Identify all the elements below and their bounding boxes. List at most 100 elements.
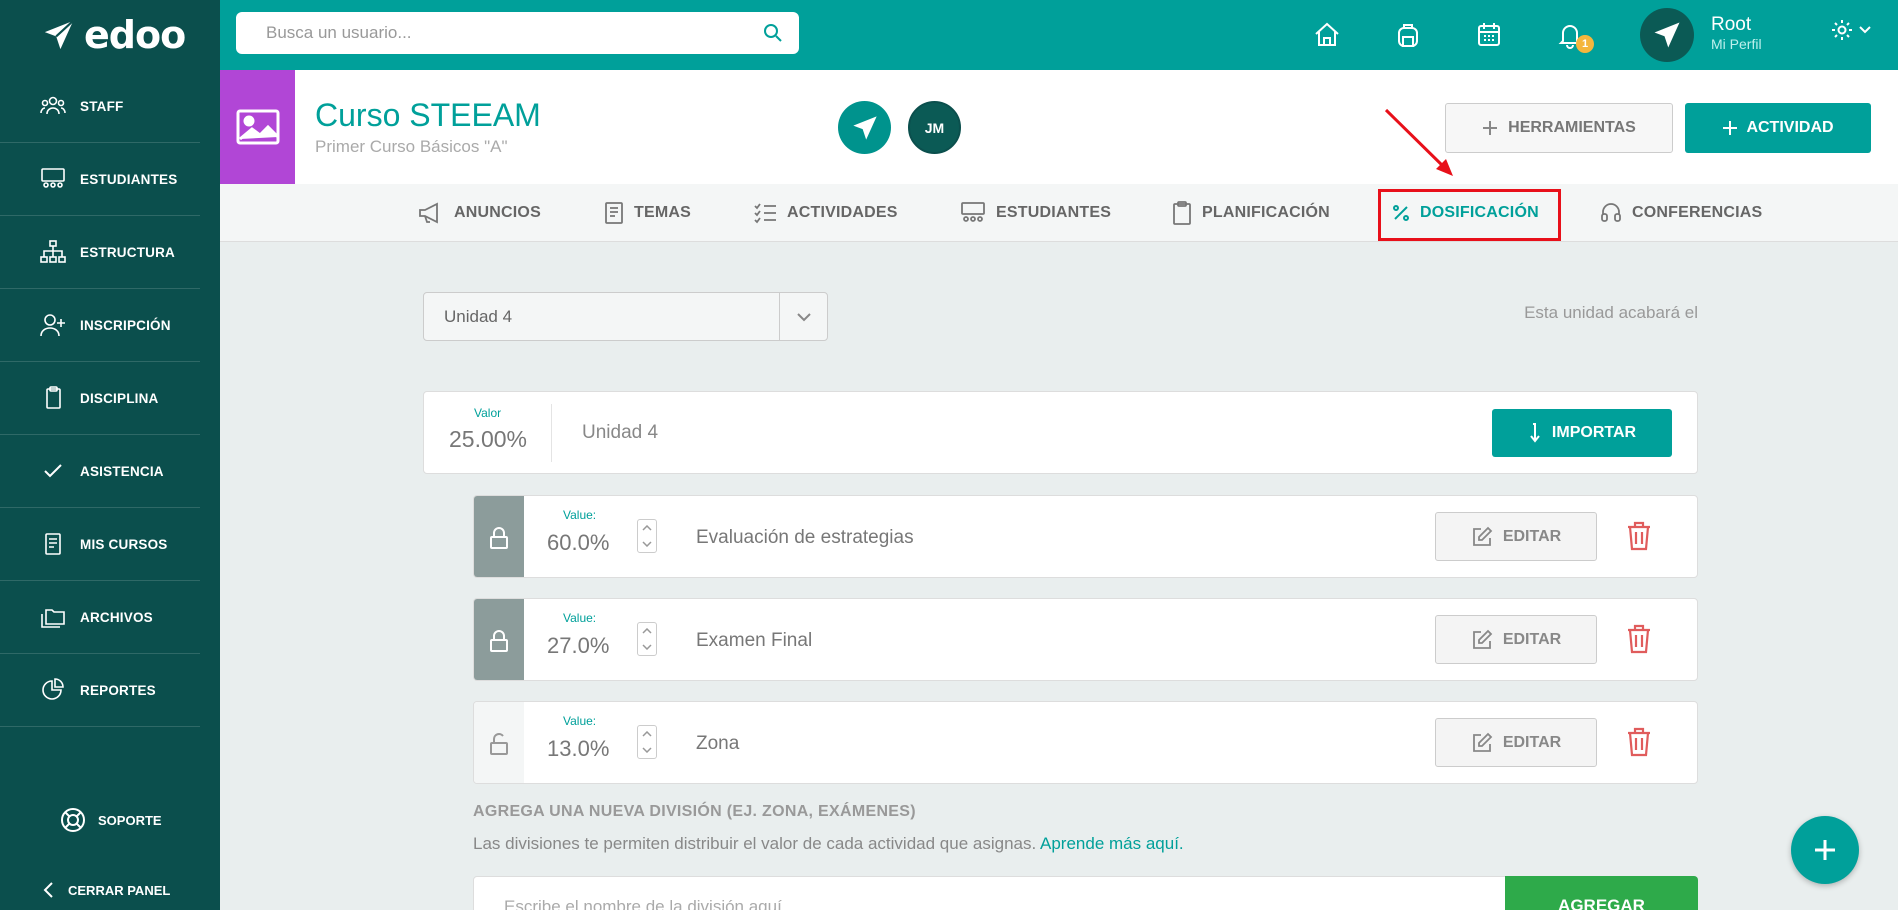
backpack-button[interactable] <box>1390 17 1426 53</box>
division-value[interactable]: 27.0% <box>547 633 609 659</box>
profile-name[interactable]: Root <box>1711 14 1751 36</box>
lock-toggle[interactable] <box>474 496 524 577</box>
gear-icon <box>1832 20 1852 40</box>
tab-actividades[interactable]: ACTIVIDADES <box>753 184 898 242</box>
division-value[interactable]: 60.0% <box>547 530 609 556</box>
tab-estudiantes[interactable]: ESTUDIANTES <box>960 184 1111 242</box>
backpack-icon <box>1398 24 1418 47</box>
edit-label: EDITAR <box>1502 527 1562 545</box>
edit-button[interactable]: EDITAR <box>1435 718 1597 767</box>
lock-toggle[interactable] <box>474 599 524 680</box>
image-icon <box>236 109 279 145</box>
paper-plane-icon <box>852 115 877 140</box>
chevron-left-icon <box>43 882 53 898</box>
sidebar-item-label: ARCHIVOS <box>80 609 153 625</box>
topbar: 1 Root Mi Perfil <box>220 0 1898 70</box>
tab-anuncios[interactable]: ANUNCIOS <box>418 184 541 242</box>
unit-end-text: Esta unidad acabará el <box>1524 303 1698 322</box>
paper-plane-icon <box>1654 22 1680 48</box>
headset-icon <box>1601 203 1621 222</box>
tab-label: ACTIVIDADES <box>787 204 898 221</box>
unit-select[interactable]: Unidad 4 <box>423 292 828 341</box>
search-icon[interactable] <box>763 23 783 43</box>
sidebar-item-asistencia[interactable]: ASISTENCIA <box>0 435 200 508</box>
unit-select-value: Unidad 4 <box>444 306 513 326</box>
lifebuoy-icon <box>61 808 85 832</box>
search-box <box>236 12 799 54</box>
add-activity-button[interactable]: ACTIVIDAD <box>1685 103 1871 153</box>
sidebar-item-staff[interactable]: STAFF <box>0 70 200 143</box>
sidebar-item-label: ASISTENCIA <box>80 463 164 479</box>
plus-icon <box>1483 121 1498 135</box>
learn-more-link[interactable]: Aprende más aquí. <box>1040 834 1184 853</box>
sidebar-item-inscripcion[interactable]: INSCRIPCIÓN <box>0 289 200 362</box>
sidebar-item-label: STAFF <box>80 98 124 114</box>
select-toggle[interactable] <box>779 293 827 340</box>
floating-add-button[interactable] <box>1791 816 1859 884</box>
notifications-button[interactable]: 1 <box>1552 17 1594 53</box>
course-image[interactable] <box>220 70 295 184</box>
division-value[interactable]: 13.0% <box>547 736 609 762</box>
delete-button[interactable] <box>1624 621 1654 657</box>
caret-down-icon <box>1859 26 1871 34</box>
profile-avatar[interactable] <box>1640 8 1694 62</box>
support-link[interactable]: SOPORTE <box>0 800 220 840</box>
division-name: Evaluación de estrategias <box>696 527 914 548</box>
division-name-input[interactable] <box>504 897 1475 910</box>
staff-icon <box>40 96 66 115</box>
sidebar-item-label: INSCRIPCIÓN <box>80 317 171 333</box>
add-division-button[interactable]: AGREGAR <box>1505 876 1698 910</box>
chevron-up-icon <box>642 525 652 531</box>
division-name: Examen Final <box>696 630 813 651</box>
home-button[interactable] <box>1309 17 1345 53</box>
division-row: Value: 27.0% Examen Final EDITAR <box>473 598 1698 681</box>
value-stepper[interactable] <box>637 622 657 656</box>
new-division-field <box>473 876 1506 910</box>
edit-icon <box>1472 732 1493 752</box>
valor-value: 25.00% <box>449 426 528 452</box>
import-button[interactable]: IMPORTAR <box>1492 409 1672 457</box>
highlight-box <box>1378 189 1561 241</box>
tab-planificacion[interactable]: PLANIFICACIÓN <box>1172 184 1330 242</box>
member-avatar[interactable] <box>838 101 891 154</box>
edit-button[interactable]: EDITAR <box>1435 615 1597 664</box>
close-panel-label: CERRAR PANEL <box>68 882 171 898</box>
search-input[interactable] <box>266 23 763 43</box>
logo-text: edoo <box>84 13 186 57</box>
sidebar-item-estructura[interactable]: ESTRUCTURA <box>0 216 200 289</box>
sidebar-item-reportes[interactable]: REPORTES <box>0 654 200 727</box>
trash-icon <box>1628 521 1650 551</box>
chevron-down-icon <box>642 541 652 547</box>
tools-button[interactable]: HERRAMIENTAS <box>1445 103 1673 153</box>
clipboard-icon <box>1173 201 1191 225</box>
tab-temas[interactable]: TEMAS <box>604 184 691 242</box>
close-panel-button[interactable]: CERRAR PANEL <box>0 872 220 908</box>
sidebar-item-mis-cursos[interactable]: MIS CURSOS <box>0 508 200 581</box>
member-avatar-jm[interactable]: JM <box>908 101 961 154</box>
sidebar-item-estudiantes[interactable]: ESTUDIANTES <box>0 143 200 216</box>
edit-button[interactable]: EDITAR <box>1435 512 1597 561</box>
chevron-up-icon <box>642 628 652 634</box>
annotation-arrow <box>1384 108 1453 176</box>
new-division-help: Las divisiones te permiten distribuir el… <box>473 834 1184 854</box>
logo[interactable]: edoo <box>0 0 220 70</box>
tab-conferencias[interactable]: CONFERENCIAS <box>1600 184 1762 242</box>
division-value-label: Value: <box>563 714 597 728</box>
sidebar-item-disciplina[interactable]: DISCIPLINA <box>0 362 200 435</box>
profile-link[interactable]: Mi Perfil <box>1711 36 1762 52</box>
delete-button[interactable] <box>1624 518 1654 554</box>
course-tabs: ANUNCIOS TEMAS ACTIVIDADES ESTUDIANTES P… <box>220 184 1898 242</box>
settings-menu[interactable] <box>1830 18 1872 42</box>
value-stepper[interactable] <box>637 725 657 759</box>
add-user-icon <box>40 314 65 337</box>
structure-icon <box>40 240 66 263</box>
tab-label: CONFERENCIAS <box>1632 204 1763 221</box>
delete-button[interactable] <box>1624 724 1654 760</box>
calendar-button[interactable] <box>1471 17 1507 53</box>
value-stepper[interactable] <box>637 519 657 553</box>
support-label: SOPORTE <box>98 812 162 828</box>
sidebar-item-archivos[interactable]: ARCHIVOS <box>0 581 200 654</box>
students-icon <box>961 202 985 222</box>
lock-toggle[interactable] <box>474 702 524 783</box>
activity-label: ACTIVIDAD <box>1746 119 1834 136</box>
